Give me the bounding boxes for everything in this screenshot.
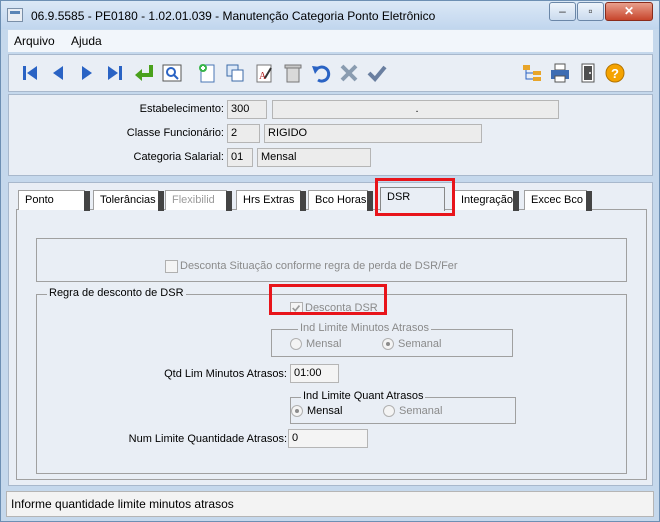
- categoria-code[interactable]: 01: [227, 148, 253, 167]
- desconta-dsr-highlight: [269, 284, 387, 315]
- situacao-checkbox[interactable]: [165, 260, 178, 273]
- tab-flexibilid-label: Flexibilid: [172, 194, 215, 206]
- last-icon[interactable]: [103, 61, 127, 85]
- quant-semanal-radio[interactable]: [383, 405, 395, 417]
- classe-desc: RIGIDO: [264, 124, 482, 143]
- tab-hrs-extras[interactable]: Hrs Extras: [236, 190, 306, 211]
- estabelecimento-desc: .: [272, 100, 559, 119]
- tab-body-dsr: Desconta Situação conforme regra de perd…: [16, 209, 647, 480]
- qtd-lim-minutos-input[interactable]: 01:00: [290, 364, 339, 383]
- copy-icon[interactable]: [223, 61, 247, 85]
- tab-shade: [367, 191, 373, 211]
- title-bar: 06.9.5585 - PE0180 - 1.02.01.039 - Manut…: [1, 1, 659, 29]
- close-button[interactable]: ✕: [605, 2, 653, 21]
- dsr-tab-highlight: [375, 178, 455, 216]
- menu-arquivo[interactable]: Arquivo: [14, 34, 55, 48]
- cancel-icon[interactable]: [337, 61, 361, 85]
- qtd-lim-minutos-label: Qtd Lim Minutos Atrasos:: [164, 368, 287, 380]
- ind-limite-minutos-group: Ind Limite Minutos Atrasos Mensal Semana…: [271, 322, 513, 357]
- tab-flexibilid[interactable]: Flexibilid: [165, 190, 232, 211]
- minutos-semanal-radio[interactable]: [382, 338, 394, 350]
- tab-bco-horas-label: Bco Horas: [315, 194, 367, 206]
- tab-shade: [586, 191, 592, 211]
- tab-excec-bco-label: Excec Bco: [531, 194, 583, 206]
- edit-icon[interactable]: A: [252, 61, 276, 85]
- ind-limite-minutos-title: Ind Limite Minutos Atrasos: [298, 322, 432, 334]
- situacao-group: Desconta Situação conforme regra de perd…: [36, 238, 627, 282]
- tab-shade: [84, 191, 90, 211]
- minutos-mensal-label: Mensal: [306, 338, 342, 350]
- ok-icon[interactable]: [365, 61, 389, 85]
- tab-excec-bco[interactable]: Excec Bco: [524, 190, 592, 211]
- undo-icon[interactable]: [309, 61, 333, 85]
- tab-shade: [158, 191, 164, 211]
- tabs-area: Desconta Situação conforme regra de perd…: [8, 182, 653, 486]
- menu-bar: Arquivo Ajuda: [8, 30, 653, 52]
- estabelecimento-code[interactable]: 300: [227, 100, 267, 119]
- menu-ajuda[interactable]: Ajuda: [71, 34, 102, 48]
- minutos-semanal-label: Semanal: [398, 338, 442, 350]
- maximize-button[interactable]: ▫: [577, 2, 604, 21]
- classe-label: Classe Funcionário:: [126, 127, 224, 139]
- tab-bco-horas[interactable]: Bco Horas: [308, 190, 373, 211]
- first-icon[interactable]: [18, 61, 42, 85]
- situacao-checkbox-label: Desconta Situação conforme regra de perd…: [180, 260, 458, 272]
- delete-icon[interactable]: [281, 61, 305, 85]
- ind-limite-quant-group: Ind Limite Quant Atrasos Mensal Semanal: [290, 390, 516, 424]
- prev-icon[interactable]: [46, 61, 70, 85]
- regra-group: Regra de desconto de DSR Desconta DSR In…: [36, 287, 627, 474]
- categoria-label: Categoria Salarial:: [133, 151, 225, 163]
- tree-icon[interactable]: [520, 61, 544, 85]
- tab-tolerancias[interactable]: Tolerâncias: [93, 190, 164, 211]
- tab-integracao-label: Integração: [461, 194, 513, 206]
- num-limite-label: Num Limite Quantidade Atrasos:: [128, 433, 287, 445]
- search-icon[interactable]: [160, 61, 184, 85]
- next-icon[interactable]: [75, 61, 99, 85]
- classe-code[interactable]: 2: [227, 124, 260, 143]
- app-icon: [7, 8, 23, 22]
- print-icon[interactable]: [548, 61, 572, 85]
- tab-hrs-extras-label: Hrs Extras: [243, 194, 295, 206]
- ind-limite-quant-title: Ind Limite Quant Atrasos: [301, 390, 426, 402]
- header-panel: Estabelecimento: 300 . Classe Funcionári…: [8, 94, 653, 176]
- exit-icon[interactable]: [576, 61, 600, 85]
- minutos-mensal-radio[interactable]: [290, 338, 302, 350]
- tab-ponto[interactable]: Ponto: [18, 190, 90, 211]
- window-title: 06.9.5585 - PE0180 - 1.02.01.039 - Manut…: [31, 9, 436, 23]
- num-limite-input[interactable]: 0: [288, 429, 368, 448]
- toolbar: A ?: [8, 54, 653, 92]
- main-window: 06.9.5585 - PE0180 - 1.02.01.039 - Manut…: [0, 0, 660, 522]
- status-bar: Informe quantidade limite minutos atraso…: [6, 491, 654, 517]
- tab-shade: [300, 191, 306, 211]
- tab-shade: [513, 191, 519, 211]
- quant-mensal-radio[interactable]: [291, 405, 303, 417]
- regra-group-title: Regra de desconto de DSR: [47, 287, 186, 299]
- tab-tolerancias-label: Tolerâncias: [100, 194, 156, 206]
- quant-semanal-label: Semanal: [399, 405, 443, 417]
- categoria-desc: Mensal: [257, 148, 371, 167]
- minimize-button[interactable]: –: [549, 2, 576, 21]
- goto-icon[interactable]: [132, 61, 156, 85]
- new-icon[interactable]: [195, 61, 219, 85]
- tab-integracao[interactable]: Integração: [454, 190, 519, 211]
- quant-mensal-label: Mensal: [307, 405, 343, 417]
- help-icon[interactable]: ?: [603, 61, 627, 85]
- tab-ponto-label: Ponto: [25, 194, 54, 206]
- svg-text:?: ?: [611, 66, 619, 81]
- estabelecimento-label: Estabelecimento:: [139, 103, 224, 115]
- tab-shade: [226, 191, 232, 211]
